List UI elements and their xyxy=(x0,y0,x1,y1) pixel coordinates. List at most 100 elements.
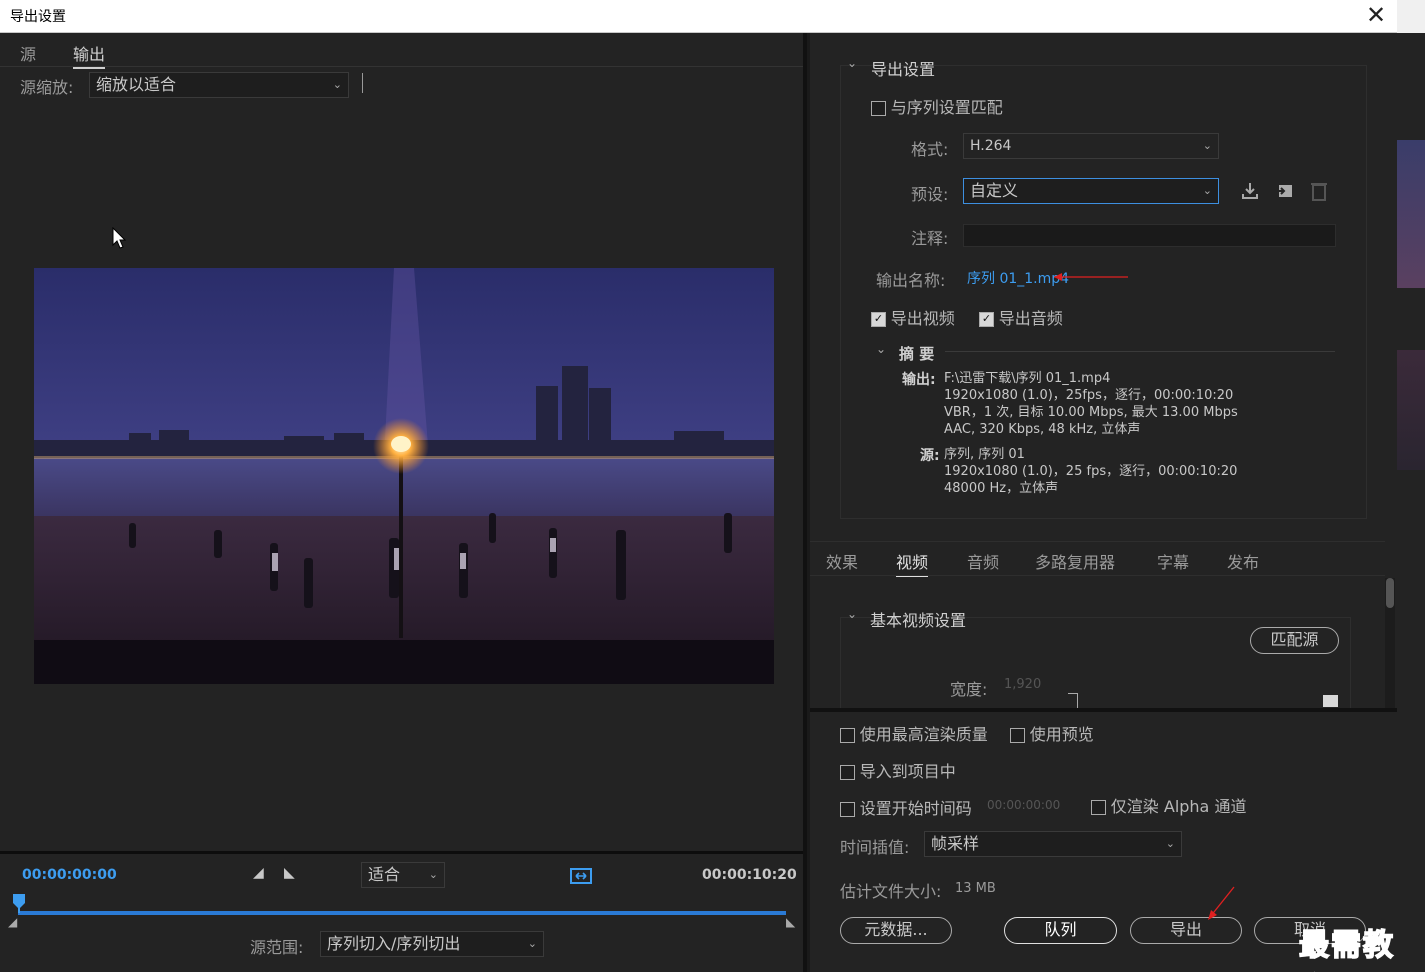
lock-aspect-checkbox[interactable] xyxy=(1323,695,1338,707)
set-start-timecode-row[interactable]: 设置开始时间码 xyxy=(840,795,972,819)
summary-source-audio: 48000 Hz，立体声 xyxy=(944,481,1059,496)
time-interpolation-value: 帧采样 xyxy=(931,834,980,853)
import-into-project-checkbox[interactable] xyxy=(840,765,855,780)
use-previews-label: 使用预览 xyxy=(1029,725,1094,744)
summary-output-video: 1920x1080 (1.0)，25fps，逐行，00:00:10:20 xyxy=(944,388,1234,403)
source-range-dropdown[interactable]: 序列切入/序列切出 ⌄ xyxy=(320,931,544,957)
tab-video[interactable]: 视频 xyxy=(896,549,929,577)
zoom-dropdown[interactable]: 适合 ⌄ xyxy=(361,862,445,888)
set-in-point-icon[interactable]: ◢ xyxy=(253,865,264,881)
title-bar: 导出设置 ✕ xyxy=(0,0,1397,33)
queue-button[interactable]: 队列 xyxy=(1004,917,1117,944)
start-timecode-value[interactable]: 00:00:00:00 xyxy=(987,798,1060,812)
format-label: 格式: xyxy=(911,140,949,159)
summary-source-details: 序列, 序列 01 1920x1080 (1.0)，25 fps，逐行，00:0… xyxy=(944,446,1237,497)
close-icon[interactable]: ✕ xyxy=(1362,2,1390,30)
match-sequence-label: 与序列设置匹配 xyxy=(890,98,1003,117)
tab-effects[interactable]: 效果 xyxy=(826,549,858,573)
estimated-size-label: 估计文件大小: xyxy=(840,882,942,901)
metadata-button[interactable]: 元数据... xyxy=(840,917,952,944)
source-range-label: 源范围: xyxy=(250,938,304,957)
mouse-cursor-icon xyxy=(112,227,127,249)
settings-scrollbar[interactable] xyxy=(1385,578,1395,708)
zoom-value: 适合 xyxy=(368,865,401,884)
time-interpolation-label: 时间插值: xyxy=(840,838,910,857)
summary-output-bitrate: VBR，1 次, 目标 10.00 Mbps, 最大 13.00 Mbps xyxy=(944,405,1238,420)
tab-publish[interactable]: 发布 xyxy=(1227,549,1259,573)
tab-captions[interactable]: 字幕 xyxy=(1157,549,1189,573)
background-window-strip xyxy=(1397,0,1425,972)
tab-source[interactable]: 源 xyxy=(20,41,36,65)
annotation-arrow-icon xyxy=(1208,886,1235,920)
width-value[interactable]: 1,920 xyxy=(1004,677,1041,692)
chevron-down-icon: ⌄ xyxy=(1202,139,1212,152)
timeline-scrubber[interactable] xyxy=(18,911,786,915)
max-render-quality-checkbox[interactable] xyxy=(840,728,855,743)
preset-dropdown[interactable]: 自定义 ⌄ xyxy=(963,178,1219,204)
duration-timecode: 00:00:10:20 xyxy=(702,867,797,883)
collapse-chevron-icon[interactable]: ⌄ xyxy=(876,342,886,356)
import-preset-icon[interactable] xyxy=(1275,181,1295,201)
match-sequence-row[interactable]: 与序列设置匹配 xyxy=(871,94,1003,118)
source-range-value: 序列切入/序列切出 xyxy=(327,934,461,953)
summary-output-label: 输出: xyxy=(902,372,936,388)
summary-heading: 摘 要 xyxy=(899,345,935,363)
time-interpolation-dropdown[interactable]: 帧采样 ⌄ xyxy=(924,831,1182,857)
save-preset-icon[interactable] xyxy=(1240,181,1260,201)
chevron-down-icon: ⌄ xyxy=(332,78,342,91)
playhead-icon[interactable] xyxy=(12,893,26,913)
set-out-point-icon[interactable]: ◣ xyxy=(284,865,295,881)
estimated-size-value: 13 MB xyxy=(955,881,996,896)
export-audio-label: 导出音频 xyxy=(998,309,1063,328)
window-title: 导出设置 xyxy=(10,9,66,25)
max-render-quality-label: 使用最高渲染质量 xyxy=(859,725,988,744)
export-audio-checkbox[interactable]: ✓ xyxy=(979,312,994,327)
import-into-project-label: 导入到项目中 xyxy=(859,762,956,781)
match-source-button[interactable]: 匹配源 xyxy=(1250,627,1339,654)
export-settings-heading: 导出设置 xyxy=(871,60,936,79)
export-video-row[interactable]: ✓ 导出视频 xyxy=(871,305,955,329)
aspect-ratio-correction-icon[interactable] xyxy=(569,865,593,887)
comment-input[interactable] xyxy=(963,224,1336,247)
render-alpha-only-checkbox[interactable] xyxy=(1091,800,1106,815)
chevron-down-icon: ⌄ xyxy=(527,937,537,950)
set-start-timecode-label: 设置开始时间码 xyxy=(859,799,972,818)
use-previews-checkbox[interactable] xyxy=(1010,728,1025,743)
tab-audio[interactable]: 音频 xyxy=(967,549,999,573)
render-alpha-only-label: 仅渲染 Alpha 通道 xyxy=(1110,797,1247,816)
watermark-logo: 最需教育 xyxy=(1298,927,1395,972)
output-name-label: 输出名称: xyxy=(876,271,946,290)
source-scale-dropdown[interactable]: 缩放以适合 ⌄ xyxy=(89,72,349,98)
set-start-timecode-checkbox[interactable] xyxy=(840,802,855,817)
comment-label: 注释: xyxy=(911,229,949,248)
render-alpha-only-row[interactable]: 仅渲染 Alpha 通道 xyxy=(1091,793,1246,817)
match-sequence-checkbox[interactable] xyxy=(871,101,886,116)
chevron-down-icon: ⌄ xyxy=(1165,837,1175,850)
chevron-down-icon: ⌄ xyxy=(1202,184,1212,197)
source-scale-value: 缩放以适合 xyxy=(96,75,177,94)
tab-multiplexer[interactable]: 多路复用器 xyxy=(1035,549,1115,573)
width-label: 宽度: xyxy=(950,680,988,699)
export-video-label: 导出视频 xyxy=(890,309,955,328)
delete-preset-icon[interactable] xyxy=(1310,181,1328,201)
import-into-project-row[interactable]: 导入到项目中 xyxy=(840,758,956,782)
export-audio-row[interactable]: ✓ 导出音频 xyxy=(979,305,1063,329)
out-point-marker-icon[interactable]: ◣ xyxy=(786,915,795,929)
collapse-chevron-icon[interactable]: ⌄ xyxy=(847,56,857,70)
use-previews-row[interactable]: 使用预览 xyxy=(1010,721,1094,745)
preview-panel: 源 输出 源缩放: 缩放以适合 ⌄ 00:00:00:00 ◢ ◣ 适合 ⌄ 0… xyxy=(0,33,806,972)
export-video-checkbox[interactable]: ✓ xyxy=(871,312,886,327)
collapse-chevron-icon[interactable]: ⌄ xyxy=(847,607,857,621)
playhead-timecode[interactable]: 00:00:00:00 xyxy=(22,867,117,883)
summary-output-path: F:\迅雷下载\序列 01_1.mp4 xyxy=(944,371,1111,386)
preset-label: 预设: xyxy=(911,185,949,204)
basic-video-settings-heading: 基本视频设置 xyxy=(870,611,967,630)
format-value: H.264 xyxy=(970,138,1012,154)
export-settings-panel: ⌄ 导出设置 与序列设置匹配 格式: H.264 ⌄ 预设: 自定义 ⌄ 注释:… xyxy=(810,33,1397,972)
summary-source-video: 1920x1080 (1.0)，25 fps，逐行，00:00:10:20 xyxy=(944,464,1238,479)
in-point-marker-icon[interactable]: ◢ xyxy=(8,915,17,929)
tab-output[interactable]: 输出 xyxy=(73,41,106,69)
format-dropdown[interactable]: H.264 ⌄ xyxy=(963,133,1219,159)
source-scale-label: 源缩放: xyxy=(20,78,74,97)
max-render-quality-row[interactable]: 使用最高渲染质量 xyxy=(840,721,988,745)
